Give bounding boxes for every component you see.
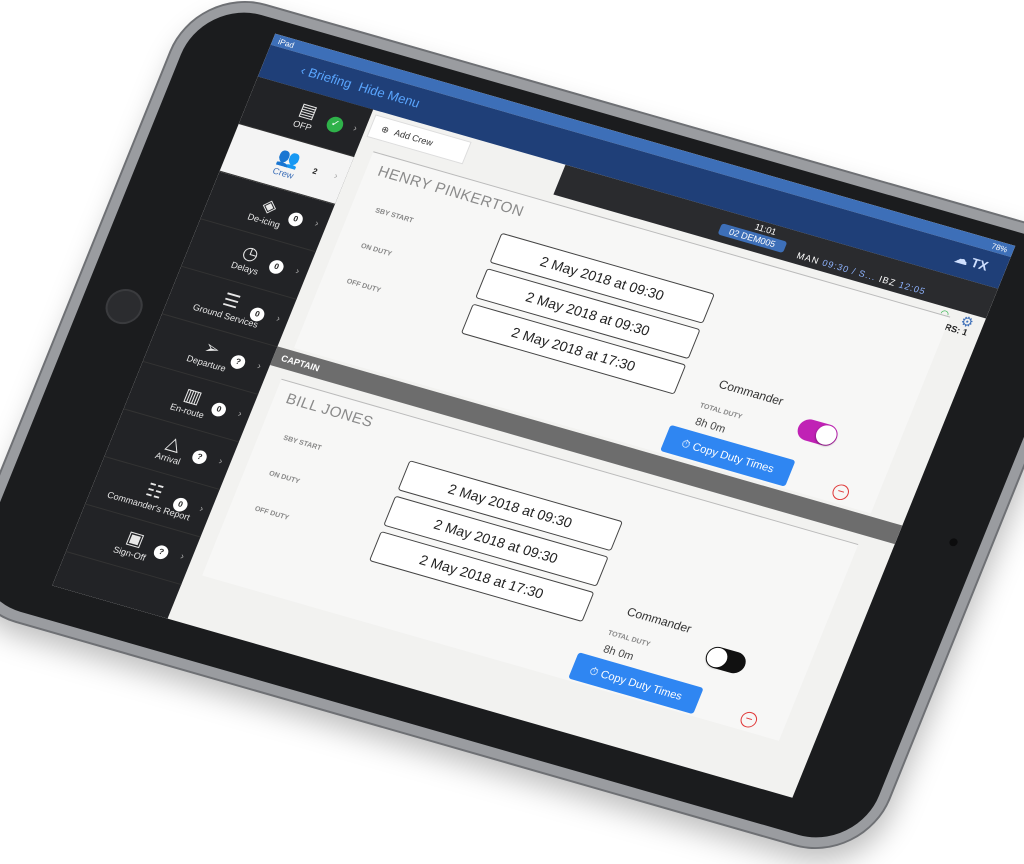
- chevron-right-icon: ›: [293, 265, 302, 278]
- crew-name: HENRY PINKERTON: [375, 162, 527, 221]
- sby-start-label: SBY START: [373, 207, 415, 225]
- tablet-device: iPad 78% ‹ Briefing Hide Menu ☁ TX 11:01…: [0, 0, 1024, 864]
- add-person-icon: ⊕: [379, 123, 391, 135]
- off-duty-label: OFF DUTY: [345, 278, 382, 295]
- chevron-right-icon: ›: [332, 170, 340, 182]
- remove-crew-icon[interactable]: −: [830, 482, 852, 502]
- origin-time: 09:30: [820, 257, 851, 275]
- origin-extra: / S...: [850, 266, 878, 283]
- copy-duty-times-button[interactable]: ⏱ Copy Duty Times: [568, 652, 704, 715]
- copy-label: Copy Duty Times: [598, 668, 684, 703]
- tx-label: TX: [968, 254, 991, 274]
- back-button[interactable]: ‹ Briefing: [299, 63, 355, 91]
- dest-code: IBZ: [877, 273, 898, 288]
- add-crew-label: Add Crew: [392, 127, 435, 148]
- clock-icon: ◷: [239, 241, 263, 265]
- chevron-right-icon: ›: [312, 218, 321, 230]
- coins-icon: ☰: [219, 289, 244, 313]
- count-badge: 0: [286, 210, 305, 228]
- stopwatch-icon: ⏱: [587, 665, 601, 679]
- cloud-icon: ☁: [952, 250, 972, 268]
- map-icon: ▥: [181, 384, 206, 408]
- chevron-right-icon: ›: [178, 551, 186, 563]
- check-icon: ✓: [324, 114, 346, 135]
- chevron-right-icon: ›: [255, 360, 263, 373]
- count-badge: ?: [228, 353, 248, 371]
- back-label: Briefing: [306, 64, 355, 92]
- origin-code: MAN: [795, 250, 822, 267]
- crew-name: BILL JONES: [283, 390, 376, 431]
- stopwatch-icon: ⏱: [679, 437, 693, 452]
- count-badge: ?: [151, 543, 171, 561]
- commander-toggle[interactable]: [702, 644, 750, 676]
- paper-plane-icon: ➢: [201, 337, 224, 360]
- commander-toggle[interactable]: [794, 416, 841, 449]
- sby-start-label: SBY START: [282, 434, 323, 453]
- tx-button[interactable]: ☁ TX: [953, 250, 991, 274]
- arrival-icon: △: [163, 432, 185, 455]
- diamond-icon: ◈: [259, 194, 281, 218]
- on-duty-label: ON DUTY: [267, 470, 301, 486]
- home-button[interactable]: [100, 284, 149, 329]
- sidebar-item-label: Arrival: [153, 450, 183, 467]
- report-icon: ☷: [143, 479, 167, 503]
- camera-lens: [948, 537, 959, 548]
- chevron-right-icon: ›: [216, 456, 225, 468]
- commander-label: Commander: [624, 604, 694, 636]
- count-badge: 0: [266, 258, 286, 276]
- chevron-right-icon: ›: [197, 503, 206, 515]
- calendar-check-icon: ▣: [123, 526, 148, 551]
- app-screen: iPad 78% ‹ Briefing Hide Menu ☁ TX 11:01…: [52, 33, 1016, 798]
- remove-crew-icon[interactable]: −: [738, 710, 760, 730]
- commander-label: Commander: [716, 377, 786, 409]
- off-duty-label: OFF DUTY: [253, 505, 290, 522]
- chevron-right-icon: ›: [351, 123, 359, 135]
- toggle-knob: [703, 645, 731, 670]
- count-badge: 0: [209, 401, 229, 419]
- toggle-knob: [812, 422, 840, 448]
- count-badge: ?: [190, 448, 209, 466]
- on-duty-label: ON DUTY: [359, 242, 393, 258]
- chevron-right-icon: ›: [236, 408, 244, 420]
- document-icon: ▤: [296, 99, 321, 123]
- count-badge: 2: [311, 166, 319, 177]
- chevron-right-icon: ›: [274, 313, 282, 325]
- dest-time: 12:05: [897, 279, 928, 297]
